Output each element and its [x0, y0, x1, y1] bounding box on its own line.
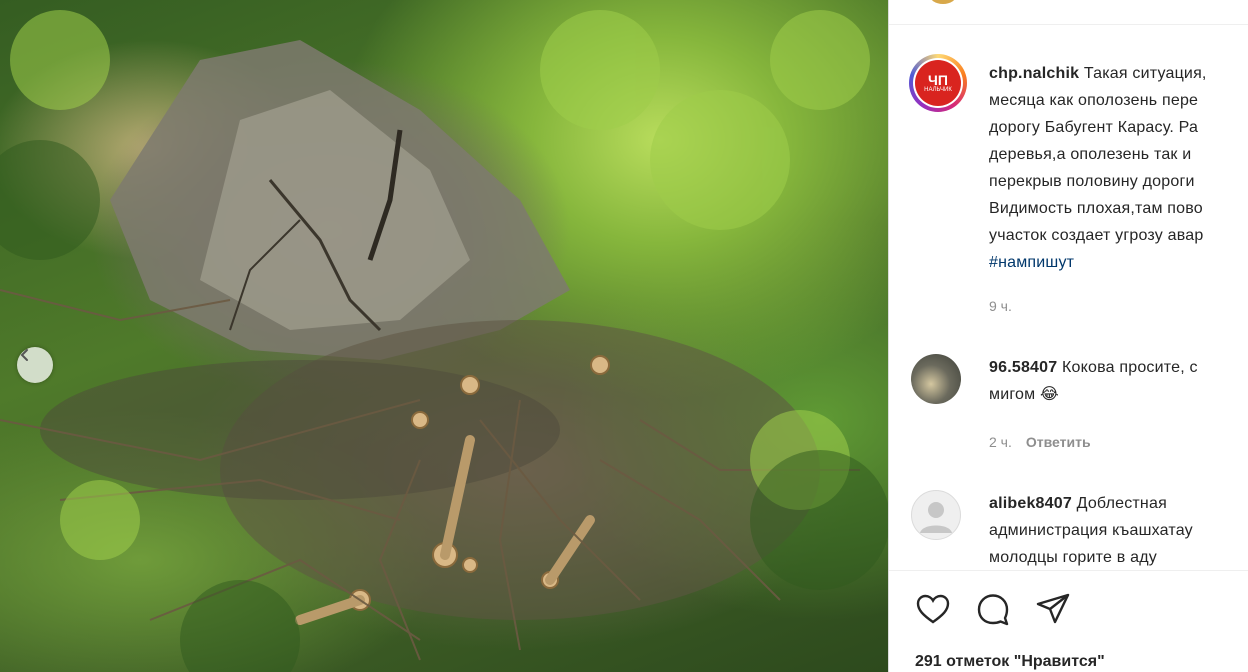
paper-plane-icon[interactable]: [1035, 591, 1071, 627]
post-side-panel: ЧП НАЛЬЧИК chp.nalchik Такая ситуация, м…: [888, 0, 1248, 672]
default-avatar-icon: [920, 502, 952, 533]
hashtag-link[interactable]: #нампишут: [989, 249, 1248, 276]
caption-line: перекрыв половину дороги: [989, 173, 1195, 190]
caption-line: деревья,а ополезень так и: [989, 146, 1192, 163]
commenter-avatar[interactable]: [911, 490, 961, 540]
caption-line: Видимость плохая,там пово: [989, 200, 1203, 217]
caption-timestamp[interactable]: 9 ч.: [989, 298, 1012, 314]
commenter-avatar[interactable]: [911, 354, 961, 404]
landslide-scene: [0, 10, 888, 672]
caption-line: дорогу Бабугент Карасу. Ра: [989, 119, 1199, 136]
author-username[interactable]: chp.nalchik: [989, 65, 1079, 82]
caption-line: Такая ситуация,: [1083, 65, 1207, 82]
commenter-username[interactable]: 96.58407: [989, 359, 1057, 376]
comment-bubble-icon[interactable]: [975, 591, 1011, 627]
comment-text: 96.58407 Кокова просите, с мигом 😂: [989, 354, 1248, 408]
caption-text: chp.nalchik Такая ситуация, месяца как о…: [989, 60, 1248, 276]
carousel-prev-button[interactable]: [17, 347, 53, 383]
commenter-username[interactable]: alibek8407: [989, 495, 1072, 512]
caption-line: участок создает угрозу авар: [989, 227, 1204, 244]
comment-line: мигом 😂: [989, 386, 1059, 403]
comment-line: администрация къашхатау: [989, 522, 1193, 539]
header-divider: [889, 24, 1248, 25]
reply-button[interactable]: Ответить: [1026, 434, 1091, 450]
heart-icon[interactable]: [915, 591, 951, 627]
header-avatar[interactable]: [929, 0, 957, 4]
author-avatar[interactable]: ЧП НАЛЬЧИК: [909, 54, 967, 112]
chevron-left-icon: [20, 349, 28, 361]
likes-count[interactable]: 291 отметок "Нравится": [915, 653, 1105, 671]
caption-line: месяца как ополозень пере: [989, 92, 1199, 109]
author-logo: ЧП НАЛЬЧИК: [915, 60, 961, 106]
instagram-post-view: ЧП НАЛЬЧИК chp.nalchik Такая ситуация, м…: [0, 0, 1248, 672]
post-photo: [0, 0, 888, 672]
comment-line: молодцы горите в аду: [989, 549, 1157, 566]
comment-meta: 2 ч. Ответить: [989, 434, 1091, 450]
comment-text: alibek8407 Доблестная администрация къаш…: [989, 490, 1248, 571]
comment-timestamp[interactable]: 2 ч.: [989, 434, 1012, 450]
post-actions-bar: 291 отметок "Нравится": [889, 570, 1248, 672]
